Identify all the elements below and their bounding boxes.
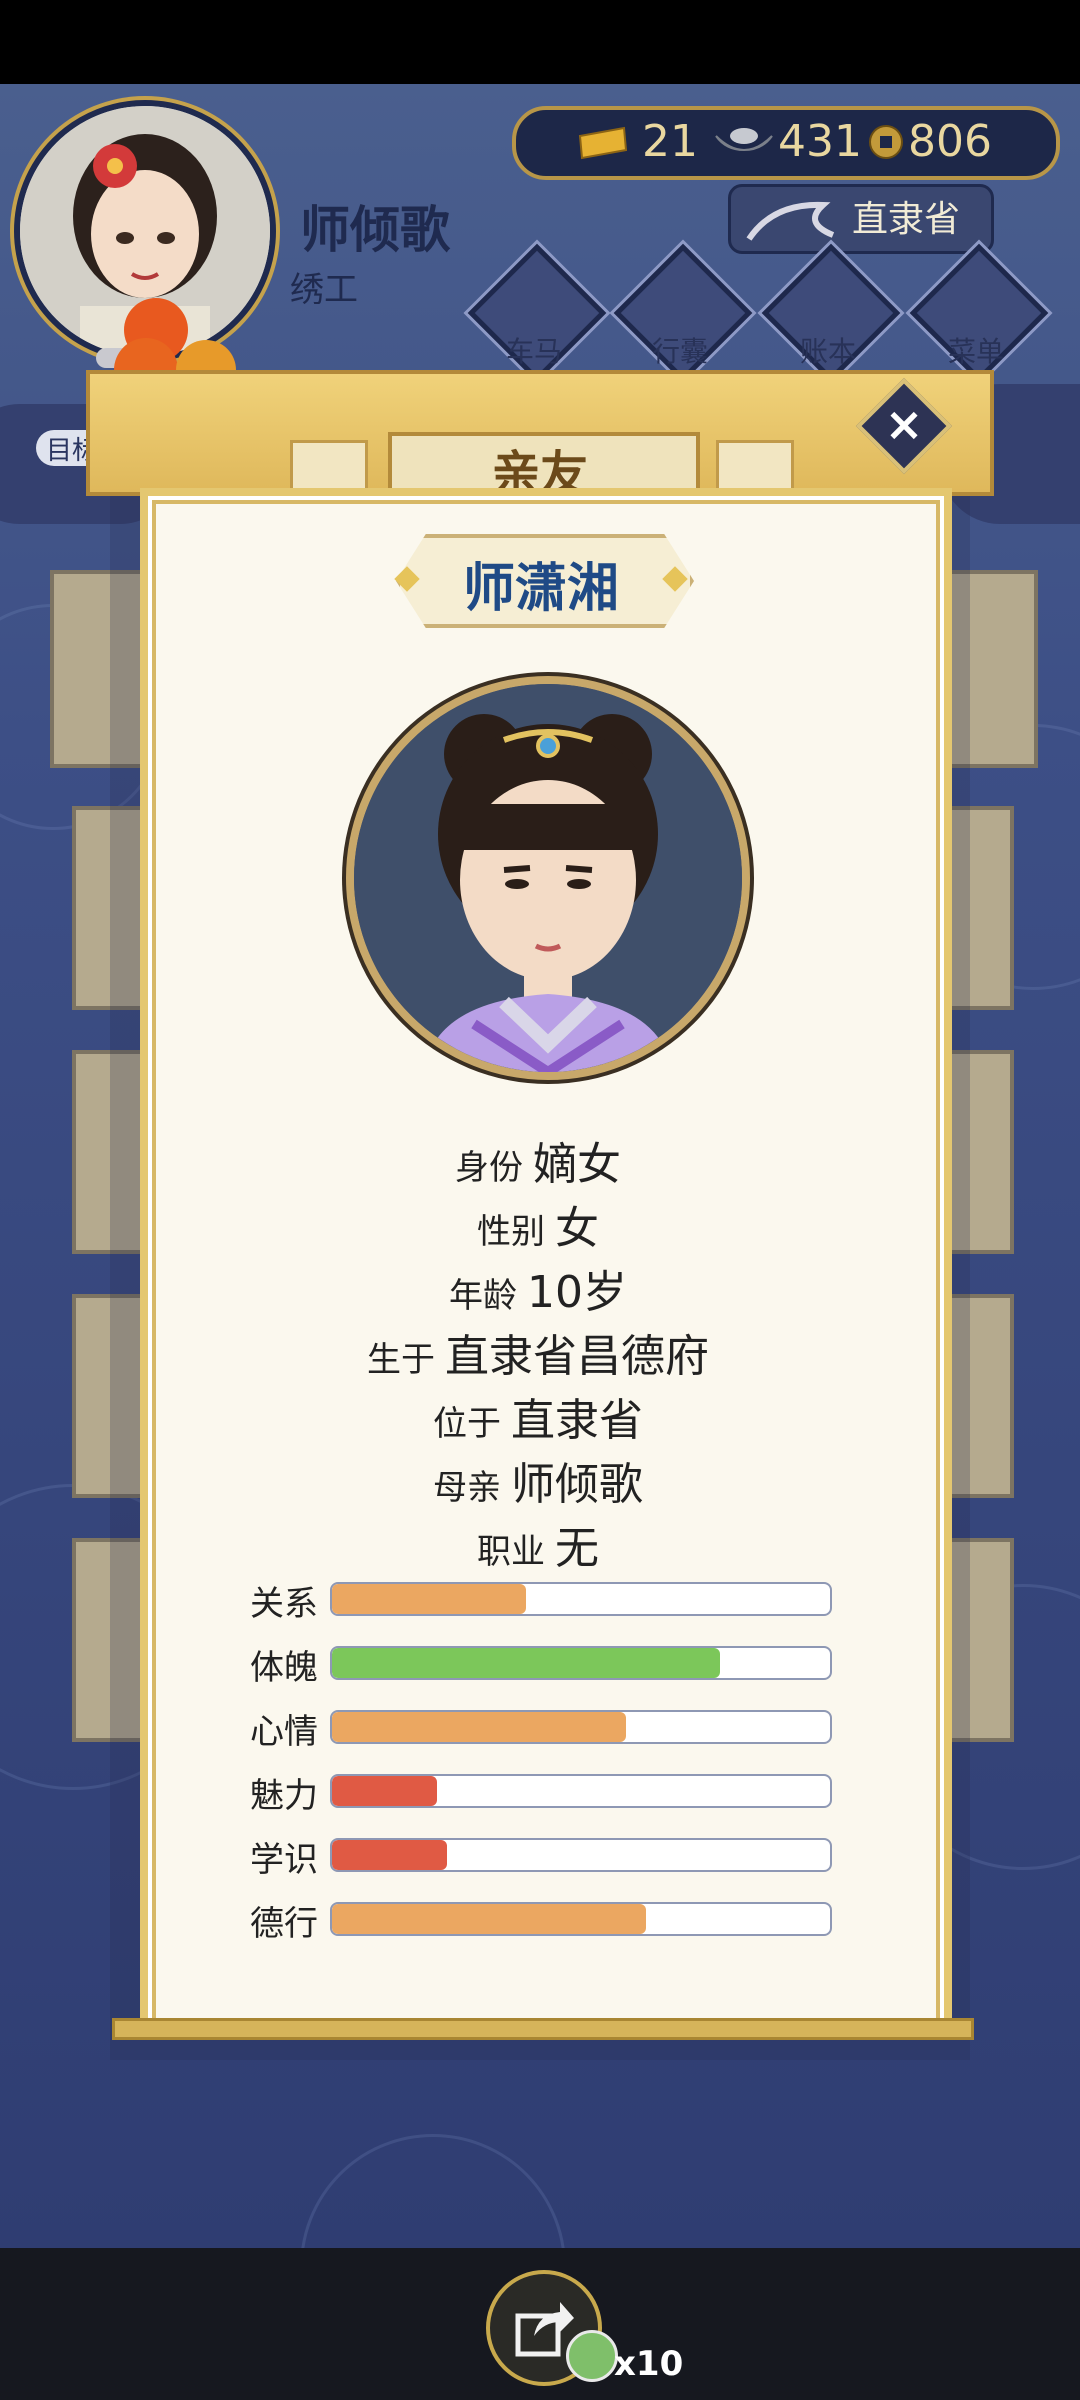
close-icon: × (884, 397, 924, 451)
info-value: 直隶省昌德府 (445, 1331, 709, 1382)
info-row-identity: 身份 嫡女 (140, 1128, 936, 1192)
share-reward-count: x10 (614, 2344, 684, 2384)
header-ornament (290, 440, 368, 492)
person-portrait-icon (354, 684, 742, 1072)
gold-ingot-icon (578, 126, 628, 160)
coin-count: 806 (908, 116, 992, 167)
dialog-scroll-bottom (112, 2018, 974, 2040)
stat-bar-mood (330, 1710, 832, 1744)
stat-fill (332, 1776, 437, 1806)
info-row-occupation: 职业无 (140, 1512, 936, 1576)
menu-button-carriage[interactable]: 车马 (467, 243, 607, 383)
stat-label-mood: 心情 (250, 1712, 318, 1752)
map-icon (746, 201, 835, 241)
header-ornament (716, 440, 794, 492)
info-row-age: 年龄 10岁 (140, 1256, 936, 1320)
info-row-birthplace: 生于 直隶省昌德府 (140, 1320, 936, 1384)
menu-button-bag[interactable]: 行囊 (613, 243, 753, 383)
info-label: 身份 (455, 1148, 523, 1188)
person-name: 师潇湘 (462, 559, 619, 619)
currency-bar: 21 431 806 (512, 106, 1060, 180)
menu-label: 行囊 (651, 335, 708, 368)
player-name: 师倾歌 (300, 201, 450, 259)
info-value: 女 (555, 1203, 599, 1254)
stat-bar-relation (330, 1582, 832, 1616)
menu-button-ledger[interactable]: 账本 (761, 243, 901, 383)
stat-bar-knowledge (330, 1838, 832, 1872)
stat-bar-virtue (330, 1902, 832, 1936)
coin-icon (869, 125, 903, 159)
stat-fill (332, 1584, 527, 1614)
jade-coin-icon (566, 2330, 618, 2382)
person-portrait (346, 676, 750, 1080)
stat-fill (332, 1904, 646, 1934)
stat-label-physique: 体魄 (250, 1648, 318, 1688)
stat-fill (332, 1648, 721, 1678)
info-label: 性别 (477, 1212, 545, 1252)
stat-label-virtue: 德行 (250, 1904, 318, 1944)
info-label: 职业 (477, 1532, 545, 1572)
menu-label: 车马 (505, 335, 562, 368)
info-label: 位于 (433, 1404, 501, 1444)
silver-ingot-icon (715, 128, 773, 152)
stat-bar-physique (330, 1646, 832, 1680)
silver-count: 431 (778, 116, 862, 167)
stat-fill (332, 1712, 626, 1742)
info-label: 母亲 (433, 1468, 501, 1508)
info-value: 嫡女 (533, 1139, 621, 1190)
stat-label-knowledge: 学识 (250, 1840, 318, 1880)
info-label: 生于 (367, 1340, 435, 1380)
stat-fill (332, 1840, 447, 1870)
info-row-gender: 性别女 (140, 1192, 936, 1256)
info-value: 无 (555, 1523, 599, 1574)
menu-button-more[interactable]: 菜单 (909, 243, 1049, 383)
menu-label: 账本 (799, 335, 856, 368)
menu-label: 菜单 (947, 335, 1004, 368)
gold-count: 21 (642, 116, 698, 167)
info-value: 10岁 (527, 1267, 627, 1318)
info-row-mother: 母亲 师倾歌 (140, 1448, 936, 1512)
location-text: 直隶省 (852, 199, 961, 240)
player-job: 绣工 (290, 270, 358, 310)
info-value: 师倾歌 (511, 1459, 643, 1510)
info-label: 年龄 (449, 1276, 517, 1316)
info-row-location: 位于 直隶省 (140, 1384, 936, 1448)
stat-label-relation: 关系 (250, 1584, 318, 1624)
stat-label-charm: 魅力 (250, 1776, 318, 1816)
info-value: 直隶省 (511, 1395, 643, 1446)
stat-bar-charm (330, 1774, 832, 1808)
